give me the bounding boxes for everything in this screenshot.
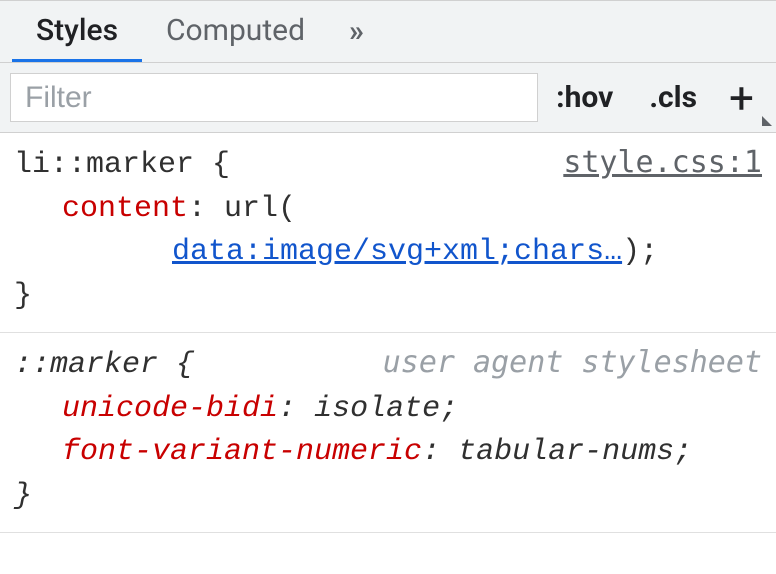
style-rule-user-agent: ::marker { user agent stylesheet unicode… (0, 333, 776, 533)
styles-panel: Styles Computed » :hov .cls + li::marker… (0, 0, 776, 574)
toggle-classes-button[interactable]: .cls (631, 63, 715, 132)
property-name: unicode-bidi (62, 392, 278, 426)
property-value-prefix: url( (224, 192, 296, 226)
open-brace: { (176, 348, 194, 382)
selector[interactable]: ::marker (14, 348, 158, 382)
url-value-link[interactable]: data:image/svg+xml;chars… (172, 235, 622, 269)
new-style-rule-button[interactable]: + (715, 63, 776, 132)
user-agent-label: user agent stylesheet (383, 341, 762, 385)
property-value: isolate; (314, 392, 458, 426)
toggle-hover-button[interactable]: :hov (538, 63, 631, 132)
selector[interactable]: li::marker (14, 148, 194, 182)
tab-overflow-button[interactable]: » (329, 1, 386, 62)
open-brace: { (212, 148, 230, 182)
declaration[interactable]: unicode-bidi: isolate; (14, 388, 762, 432)
source-link[interactable]: style.css:1 (563, 141, 762, 185)
styles-toolbar: :hov .cls + (0, 63, 776, 133)
tab-styles[interactable]: Styles (12, 1, 142, 62)
property-value: tabular-nums; (458, 435, 692, 469)
tab-computed[interactable]: Computed (142, 1, 329, 62)
tabs-bar: Styles Computed » (0, 1, 776, 63)
property-name: content (62, 192, 188, 226)
rules-list: li::marker { style.css:1 content: url( d… (0, 133, 776, 574)
filter-input[interactable] (10, 73, 538, 122)
declaration[interactable]: font-variant-numeric: tabular-nums; (14, 431, 762, 475)
style-rule: li::marker { style.css:1 content: url( d… (0, 133, 776, 333)
close-brace: } (14, 475, 762, 519)
property-name: font-variant-numeric (62, 435, 422, 469)
close-brace: } (14, 275, 762, 319)
declaration[interactable]: content: url( data:image/svg+xml;chars…)… (14, 188, 762, 275)
property-value-suffix: ); (622, 235, 658, 269)
